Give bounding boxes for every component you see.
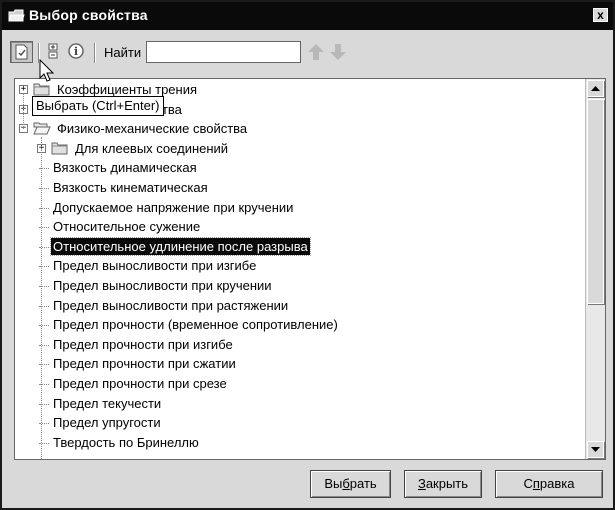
tree-guide-line <box>41 137 42 459</box>
tree-leaf-item[interactable]: Предел текучести <box>15 394 585 413</box>
select-button-label: Вы <box>324 476 343 491</box>
tree-item-label: Физико-механические свойства <box>57 121 248 137</box>
tree-item-label: Предел текучести <box>53 395 162 411</box>
tree-leaf-item[interactable]: Относительное удлинение после разрыва <box>15 236 585 256</box>
close-button[interactable]: Закрыть <box>404 470 482 498</box>
toolbar: i Найти <box>10 39 606 69</box>
info-icon: i <box>68 43 84 59</box>
tree-leaf-item[interactable]: Предел прочности при сжатии <box>15 354 585 373</box>
vertical-scrollbar[interactable] <box>585 79 605 459</box>
scroll-down-button[interactable] <box>587 441 604 458</box>
tree-item-label-selected: Относительное удлинение после разрыва <box>50 236 311 256</box>
close-window-button[interactable]: x <box>593 8 608 22</box>
tree-item-label: Предел прочности при изгибе <box>53 336 233 352</box>
dialog-window: Выбор свойства x i Найти + Коэффициенты … <box>0 0 615 510</box>
tree-item-label: Относительное сужение <box>53 219 201 235</box>
tree-item-label: Допускаемое напряжение при кручении <box>53 199 294 215</box>
expand-all-icon <box>48 43 58 59</box>
property-tree[interactable]: +Коэффициенты трения+Магнитные свойства−… <box>14 78 606 460</box>
tree-item-label: Предел прочности при сжатии <box>53 356 236 372</box>
tree-item-label: Предел прочности (временное сопротивлени… <box>53 317 338 333</box>
help-button-label: С <box>523 476 533 491</box>
tree-item-label: Предел прочности при срезе <box>53 376 227 391</box>
tree-content: +Коэффициенты трения+Магнитные свойства−… <box>15 79 585 459</box>
tree-item-label: Для клеевых соединений <box>75 140 229 156</box>
app-icon <box>8 9 25 22</box>
find-label: Найти <box>104 45 142 60</box>
tree-leaf-item[interactable]: Предел прочности при изгибе <box>15 335 585 354</box>
folder-open-icon <box>33 122 51 135</box>
tree-item-label: Предел выносливости при растяжении <box>53 297 289 313</box>
scroll-down-icon <box>591 447 600 452</box>
window-title: Выбор свойства <box>29 7 148 23</box>
tree-leaf-item[interactable]: Вязкость динамическая <box>15 158 585 177</box>
tree-leaf-item[interactable]: Предел выносливости при изгибе <box>15 256 585 275</box>
close-button-accel: З <box>417 476 426 491</box>
svg-text:i: i <box>74 45 78 58</box>
tree-folder-item[interactable]: − Физико-механические свойства <box>15 119 585 138</box>
tree-leaf-item[interactable]: Вязкость кинематическая <box>15 178 585 197</box>
select-button-label-rest: рать <box>349 476 377 491</box>
folder-icon <box>51 142 68 155</box>
tree-leaf-item[interactable]: Предел выносливости при растяжении <box>15 296 585 315</box>
info-button[interactable]: i <box>66 41 89 63</box>
tree-item-label: Предел упругости <box>53 415 161 431</box>
tree-guide-line <box>23 93 24 129</box>
scroll-up-icon <box>591 86 600 91</box>
tree-leaf-item[interactable]: Предел упругости <box>15 413 585 432</box>
toolbar-separator <box>94 43 96 63</box>
select-dialog-button[interactable]: Выбрать <box>310 470 391 498</box>
close-button-label: акрыть <box>425 476 469 491</box>
scroll-up-button[interactable] <box>587 80 604 97</box>
help-button[interactable]: Справка <box>495 470 603 498</box>
pointer-cursor <box>39 59 55 82</box>
tree-folder-item[interactable]: + Для клеевых соединений <box>15 139 585 158</box>
tree-item-label: Предел выносливости при кручении <box>53 278 272 293</box>
select-icon <box>15 44 28 60</box>
arrow-down-icon[interactable] <box>328 42 348 62</box>
tooltip: Выбрать (Ctrl+Enter) <box>32 96 164 116</box>
arrow-up-icon[interactable] <box>306 42 326 62</box>
help-button-label-rest: равка <box>539 476 575 491</box>
tree-leaf-item[interactable]: Предел прочности (временное сопротивлени… <box>15 315 585 334</box>
help-button-accel: п <box>532 476 540 491</box>
tree-leaf-item[interactable]: Предел прочности при срезе <box>15 374 585 393</box>
select-button[interactable] <box>10 41 33 63</box>
tree-item-label: Твердость по Бринеллю <box>53 434 199 450</box>
select-button-accel: б <box>342 476 350 491</box>
tree-leaf-item[interactable]: Предел выносливости при кручении <box>15 276 585 295</box>
tree-leaf-item[interactable]: Допускаемое напряжение при кручении <box>15 198 585 217</box>
tree-item-label: Вязкость кинематическая <box>53 180 208 195</box>
tree-item-label: Вязкость динамическая <box>53 160 197 176</box>
find-input[interactable] <box>146 41 301 63</box>
tree-leaf-item[interactable]: Относительное сужение <box>15 217 585 236</box>
scrollbar-thumb[interactable] <box>587 99 604 304</box>
tree-leaf-item[interactable]: Твердость по Бринеллю <box>15 433 585 452</box>
tree-item-label: Предел выносливости при изгибе <box>53 258 257 274</box>
title-bar: Выбор свойства x <box>2 2 613 30</box>
